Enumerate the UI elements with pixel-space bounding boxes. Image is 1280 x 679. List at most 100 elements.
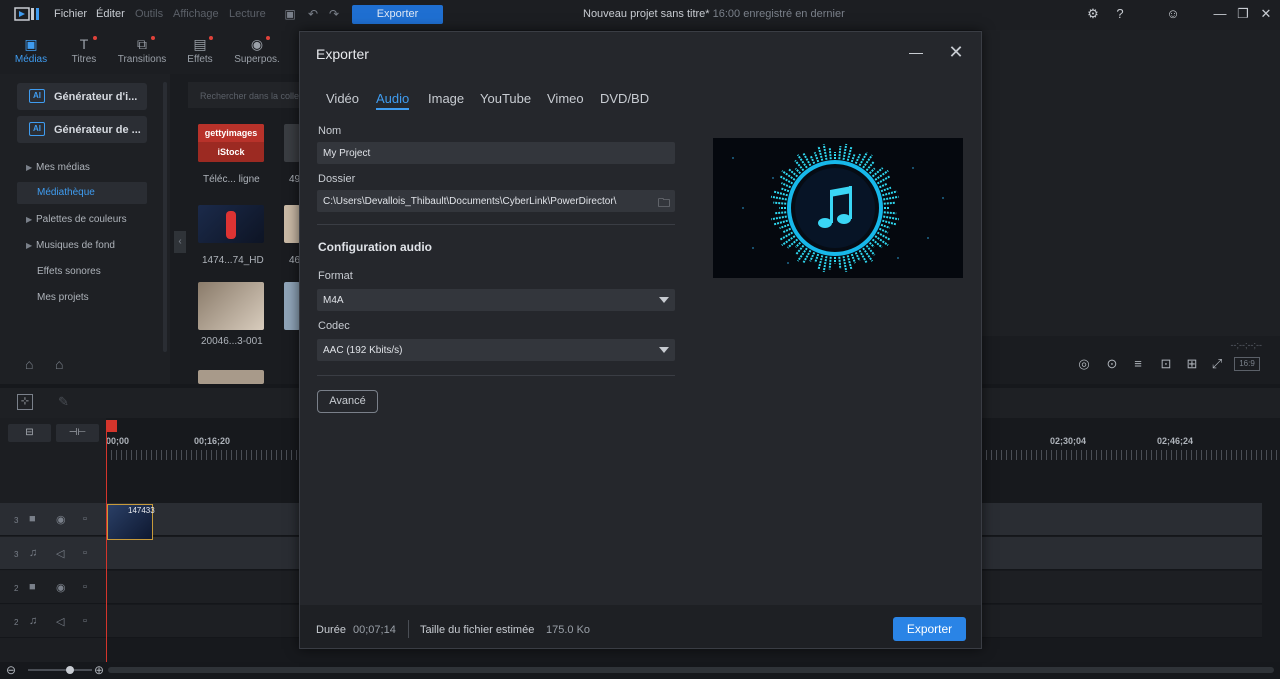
menu-affichage[interactable]: Affichage bbox=[173, 8, 219, 20]
sidebar-item-label: Palettes de couleurs bbox=[36, 214, 127, 225]
tab-label: Transitions bbox=[117, 54, 167, 65]
undo-icon[interactable]: ↶ bbox=[306, 7, 320, 21]
tab-video[interactable]: Vidéo bbox=[326, 91, 359, 106]
eye-icon[interactable]: ◉ bbox=[56, 513, 66, 526]
folder-input[interactable]: C:\Users\Devallois_Thibault\Documents\Cy… bbox=[317, 190, 675, 212]
playhead-handle[interactable] bbox=[106, 420, 117, 432]
collapse-sidebar-button[interactable]: ‹ bbox=[174, 231, 186, 253]
tab-youtube[interactable]: YouTube bbox=[480, 91, 531, 106]
media-search-input[interactable]: Rechercher dans la collection bbox=[188, 82, 300, 108]
sidebar-item-mes-medias[interactable]: ▶ Mes médias bbox=[26, 162, 90, 173]
eye-icon[interactable]: ◉ bbox=[56, 581, 66, 594]
track-number: 3 bbox=[14, 550, 19, 559]
media-thumbnail[interactable] bbox=[284, 282, 300, 330]
speaker-icon[interactable]: ◁ bbox=[56, 547, 64, 560]
name-input[interactable]: My Project bbox=[317, 142, 675, 164]
add-tag-icon[interactable]: ⌂ bbox=[25, 356, 33, 372]
settings-gear-icon[interactable]: ⚙ bbox=[1085, 6, 1101, 22]
edit-pen-icon[interactable]: ✎ bbox=[58, 394, 69, 410]
media-thumbnail[interactable] bbox=[198, 282, 264, 330]
window-close-icon[interactable]: ✕ bbox=[1258, 6, 1274, 22]
export-button[interactable]: Exporter bbox=[893, 617, 966, 641]
lock-icon[interactable]: ▫ bbox=[83, 581, 87, 593]
top-export-button[interactable]: Exporter bbox=[352, 5, 443, 24]
speaker-icon[interactable]: ◁ bbox=[56, 615, 64, 628]
sidebar-item-mes-projets[interactable]: Mes projets bbox=[37, 292, 89, 303]
window-restore-icon[interactable]: ❐ bbox=[1235, 6, 1251, 22]
chevron-right-icon: ▶ bbox=[26, 241, 33, 250]
media-thumbnail[interactable] bbox=[198, 205, 264, 243]
advanced-button[interactable]: Avancé bbox=[317, 390, 378, 413]
subtitle-icon[interactable]: ≡ bbox=[1130, 356, 1146, 372]
folder-path: C:\Users\Devallois_Thibault\Documents\Cy… bbox=[323, 196, 617, 207]
zoom-slider[interactable] bbox=[28, 669, 92, 671]
tab-audio[interactable]: Audio bbox=[376, 91, 410, 110]
figure-shape bbox=[226, 211, 236, 239]
footer-divider bbox=[408, 620, 409, 638]
codec-select[interactable]: AAC (192 Kbits/s) bbox=[317, 339, 675, 361]
sidebar-scrollbar[interactable] bbox=[163, 82, 167, 352]
snapshot-icon[interactable]: ◎ bbox=[1076, 356, 1092, 372]
lock-icon[interactable]: ▫ bbox=[83, 547, 87, 559]
help-icon[interactable]: ? bbox=[1112, 6, 1128, 22]
save-icon[interactable]: ▣ bbox=[283, 7, 297, 21]
tab-superpos[interactable]: ◉ Superpos. bbox=[230, 34, 284, 72]
menu-lecture[interactable]: Lecture bbox=[229, 8, 266, 20]
tab-medias[interactable]: ▣ Médias bbox=[4, 34, 58, 72]
aspect-ratio-button[interactable]: 16:9 bbox=[1234, 357, 1260, 371]
tab-dvd-bd[interactable]: DVD/BD bbox=[600, 91, 649, 106]
snap-icon[interactable]: ⊣⊢ bbox=[56, 424, 99, 442]
title-icon: T bbox=[79, 36, 89, 52]
preview-quality-icon[interactable]: ⊙ bbox=[1104, 356, 1120, 372]
zoom-in-icon[interactable]: ⊕ bbox=[94, 663, 104, 677]
project-name: Nouveau projet sans titre* bbox=[583, 8, 710, 20]
zoom-out-icon[interactable]: ⊖ bbox=[6, 663, 16, 677]
getty-logo: gettyimages bbox=[198, 124, 264, 142]
fit-timeline-icon[interactable]: ⊟ bbox=[8, 424, 51, 442]
lock-icon[interactable]: ▫ bbox=[83, 615, 87, 627]
sidebar-item-musiques[interactable]: ▶ Musiques de fond bbox=[26, 240, 115, 251]
tab-vimeo[interactable]: Vimeo bbox=[547, 91, 584, 106]
sidebar-item-palettes[interactable]: ▶ Palettes de couleurs bbox=[26, 214, 127, 225]
fullscreen-icon[interactable]: ⤢ bbox=[1209, 356, 1225, 372]
timecode-display: --;--;--;-- bbox=[1230, 340, 1262, 350]
sidebar-item-mediatheque[interactable]: Médiathèque bbox=[17, 182, 147, 204]
tab-effets[interactable]: ▤ Effets bbox=[173, 34, 227, 72]
playhead[interactable] bbox=[106, 420, 107, 670]
menu-outils[interactable]: Outils bbox=[135, 8, 163, 20]
redo-icon[interactable]: ↷ bbox=[327, 7, 341, 21]
ai-generator-button[interactable]: AI Générateur de ... bbox=[17, 116, 147, 143]
folder-open-icon[interactable]: 🗀 bbox=[658, 194, 670, 212]
format-select[interactable]: M4A bbox=[317, 289, 675, 311]
timeline-scrollbar[interactable] bbox=[108, 667, 1274, 673]
grid-icon[interactable]: ⊞ bbox=[1184, 356, 1200, 372]
tab-titres[interactable]: T Titres bbox=[57, 34, 111, 72]
name-label: Nom bbox=[318, 125, 342, 137]
account-icon[interactable]: ☺ bbox=[1165, 6, 1181, 22]
dialog-footer: Durée 00;07;14 Taille du fichier estimée… bbox=[300, 605, 981, 648]
menu-fichier[interactable]: Fichier bbox=[54, 8, 87, 20]
video-clip[interactable]: 147433 bbox=[107, 504, 155, 540]
menu-editer[interactable]: Éditer bbox=[96, 8, 125, 20]
ai-image-generator-button[interactable]: AI Générateur d'i... bbox=[17, 83, 147, 110]
dialog-minimize-icon[interactable] bbox=[909, 46, 923, 60]
dialog-close-icon[interactable]: ✕ bbox=[946, 42, 966, 62]
media-thumbnail[interactable] bbox=[284, 205, 300, 243]
sidebar-item-effets-sonores[interactable]: Effets sonores bbox=[37, 266, 101, 277]
lock-icon[interactable]: ▫ bbox=[83, 513, 87, 525]
remove-tag-icon[interactable]: ⌂ bbox=[55, 356, 63, 372]
zoom-slider-handle[interactable] bbox=[66, 666, 74, 674]
music-note-icon: ♫ bbox=[29, 547, 38, 559]
getty-thumbnail[interactable]: gettyimages iStock bbox=[198, 124, 264, 162]
tab-image[interactable]: Image bbox=[428, 91, 464, 106]
sidebar-item-label: Effets sonores bbox=[37, 266, 101, 277]
media-thumbnail[interactable] bbox=[198, 370, 264, 384]
track-manager-icon[interactable]: ⊹ bbox=[17, 394, 33, 410]
ai-icon: AI bbox=[29, 89, 45, 103]
tab-transitions[interactable]: ⧉ Transitions bbox=[115, 34, 169, 72]
zoom-icon[interactable]: ⊡ bbox=[1158, 356, 1174, 372]
sidebar-item-label: Musiques de fond bbox=[36, 240, 115, 251]
media-thumbnail[interactable] bbox=[284, 124, 300, 162]
window-minimize-icon[interactable]: — bbox=[1212, 6, 1228, 22]
notification-dot bbox=[209, 36, 213, 40]
